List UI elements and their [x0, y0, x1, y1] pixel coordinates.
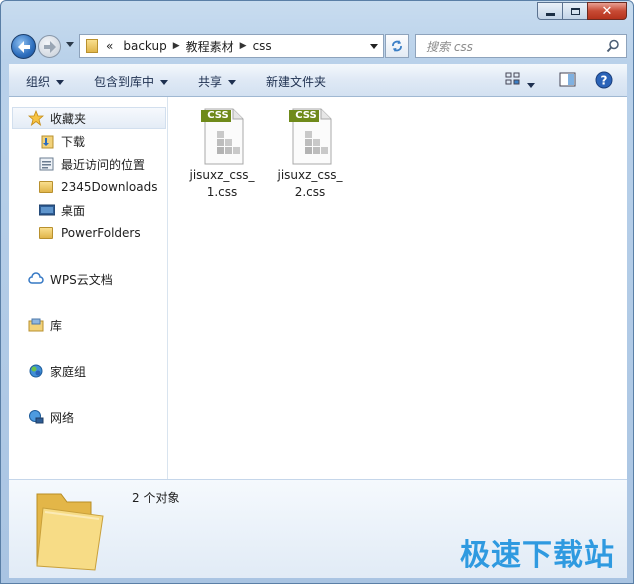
watermark: 极速下载站 [460, 538, 615, 573]
organize-label: 组织 [26, 75, 51, 89]
back-arrow-icon [18, 41, 30, 53]
command-bar: 组织 包含到库中 共享 新建文件夹 ? [9, 64, 627, 97]
include-in-library-label: 包含到库中 [94, 75, 155, 89]
share-label: 共享 [198, 75, 223, 89]
cloud-icon [28, 271, 44, 287]
breadcrumb-tutorial-materials[interactable]: 教程素材 [186, 38, 234, 55]
nav-downloads-label: 下载 [61, 134, 86, 149]
minimize-button[interactable] [537, 2, 563, 20]
navigation-pane: 收藏夹 下载 最近访问的位置 2345Downloads 桌面 PowerFol… [9, 97, 168, 479]
folder-icon [39, 225, 55, 241]
nav-library-label: 库 [50, 318, 63, 333]
nav-recent-places-label: 最近访问的位置 [61, 157, 146, 172]
address-dropdown[interactable] [370, 44, 378, 49]
view-dropdown[interactable] [527, 78, 535, 92]
nav-desktop-label: 桌面 [61, 203, 86, 218]
new-folder-button[interactable]: 新建文件夹 [266, 73, 326, 90]
refresh-icon [392, 40, 402, 52]
svg-text:?: ? [601, 74, 608, 88]
maximize-button[interactable] [562, 2, 588, 20]
nav-powerfolders[interactable]: PowerFolders [9, 222, 165, 244]
search-icon[interactable] [606, 39, 620, 53]
address-bar[interactable]: « backup ▶ 教程素材 ▶ css [79, 34, 384, 58]
search-input[interactable] [424, 36, 608, 58]
chevron-down-icon [56, 80, 65, 85]
view-options-button[interactable] [505, 72, 521, 89]
file-item[interactable]: CSS jisuxz_css_2.css [274, 107, 346, 201]
desktop-icon [38, 202, 56, 218]
css-badge: CSS [295, 110, 317, 121]
css-file-icon: CSS [197, 107, 247, 165]
recent-places-icon [39, 156, 55, 172]
nav-2345downloads[interactable]: 2345Downloads [9, 176, 165, 198]
new-folder-label: 新建文件夹 [266, 75, 327, 89]
css-badge: CSS [207, 110, 229, 121]
close-button[interactable]: ✕ [587, 2, 627, 20]
file-list: CSS jisuxz_css_1.css CSS jisuxz_css_2.cs… [168, 97, 627, 479]
download-folder-icon [39, 133, 55, 149]
view-options-icon [505, 72, 520, 85]
breadcrumb-overflow[interactable]: « [106, 39, 113, 53]
nav-library[interactable]: 库 [9, 314, 165, 336]
star-icon [27, 109, 45, 127]
close-icon: ✕ [601, 3, 613, 19]
nav-network-label: 网络 [50, 410, 75, 425]
css-file-icon: CSS [285, 107, 335, 165]
preview-pane-icon [559, 72, 576, 87]
breadcrumb-css[interactable]: css [253, 39, 272, 53]
nav-wps-cloud-label: WPS云文档 [50, 272, 113, 287]
nav-desktop[interactable]: 桌面 [9, 199, 165, 221]
maximize-icon [570, 7, 580, 15]
folder-icon [86, 39, 98, 53]
nav-downloads[interactable]: 下载 [9, 130, 165, 152]
chevron-right-icon[interactable]: ▶ [173, 41, 180, 51]
file-name: jisuxz_css_2.css [277, 168, 343, 199]
nav-2345downloads-label: 2345Downloads [61, 180, 158, 194]
chevron-down-icon [160, 80, 169, 85]
share-menu[interactable]: 共享 [198, 73, 237, 90]
chevron-down-icon [228, 80, 237, 85]
help-button[interactable]: ? [595, 71, 613, 92]
recent-pages-dropdown[interactable] [66, 42, 74, 47]
homegroup-icon [28, 363, 44, 379]
network-icon [28, 409, 44, 425]
chevron-down-icon [527, 83, 535, 88]
caption-buttons: ✕ [537, 2, 627, 20]
folder-icon [39, 179, 55, 195]
forward-arrow-icon [44, 41, 56, 53]
large-folder-icon [31, 486, 113, 575]
nav-favorites-label: 收藏夹 [50, 111, 87, 126]
details-pane: 2 个对象 极速下载站 [9, 479, 627, 578]
chevron-right-icon[interactable]: ▶ [240, 41, 247, 51]
library-icon [28, 317, 44, 333]
organize-menu[interactable]: 组织 [26, 73, 65, 90]
forward-button[interactable] [38, 35, 61, 58]
minimize-icon [545, 12, 555, 16]
include-in-library-menu[interactable]: 包含到库中 [94, 73, 169, 90]
file-name: jisuxz_css_1.css [189, 168, 255, 199]
nav-favorites[interactable]: 收藏夹 [12, 107, 166, 129]
preview-pane-button[interactable] [559, 72, 576, 90]
help-icon: ? [595, 71, 613, 89]
nav-network[interactable]: 网络 [9, 406, 165, 428]
back-button[interactable] [11, 34, 36, 59]
search-box[interactable] [415, 34, 627, 58]
item-count: 2 个对象 [132, 491, 180, 505]
refresh-button[interactable] [385, 34, 409, 58]
nav-homegroup-label: 家庭组 [50, 364, 87, 379]
explorer-window: ✕ « backup ▶ 教程素材 ▶ css 搜索 css 组织 包含到库中 … [0, 0, 634, 584]
navigation-row: « backup ▶ 教程素材 ▶ css [1, 31, 633, 63]
nav-powerfolders-label: PowerFolders [61, 226, 141, 240]
file-item[interactable]: CSS jisuxz_css_1.css [186, 107, 258, 201]
breadcrumb-backup[interactable]: backup [123, 39, 166, 53]
nav-wps-cloud[interactable]: WPS云文档 [9, 268, 165, 290]
nav-homegroup[interactable]: 家庭组 [9, 360, 165, 382]
nav-recent-places[interactable]: 最近访问的位置 [9, 153, 165, 175]
